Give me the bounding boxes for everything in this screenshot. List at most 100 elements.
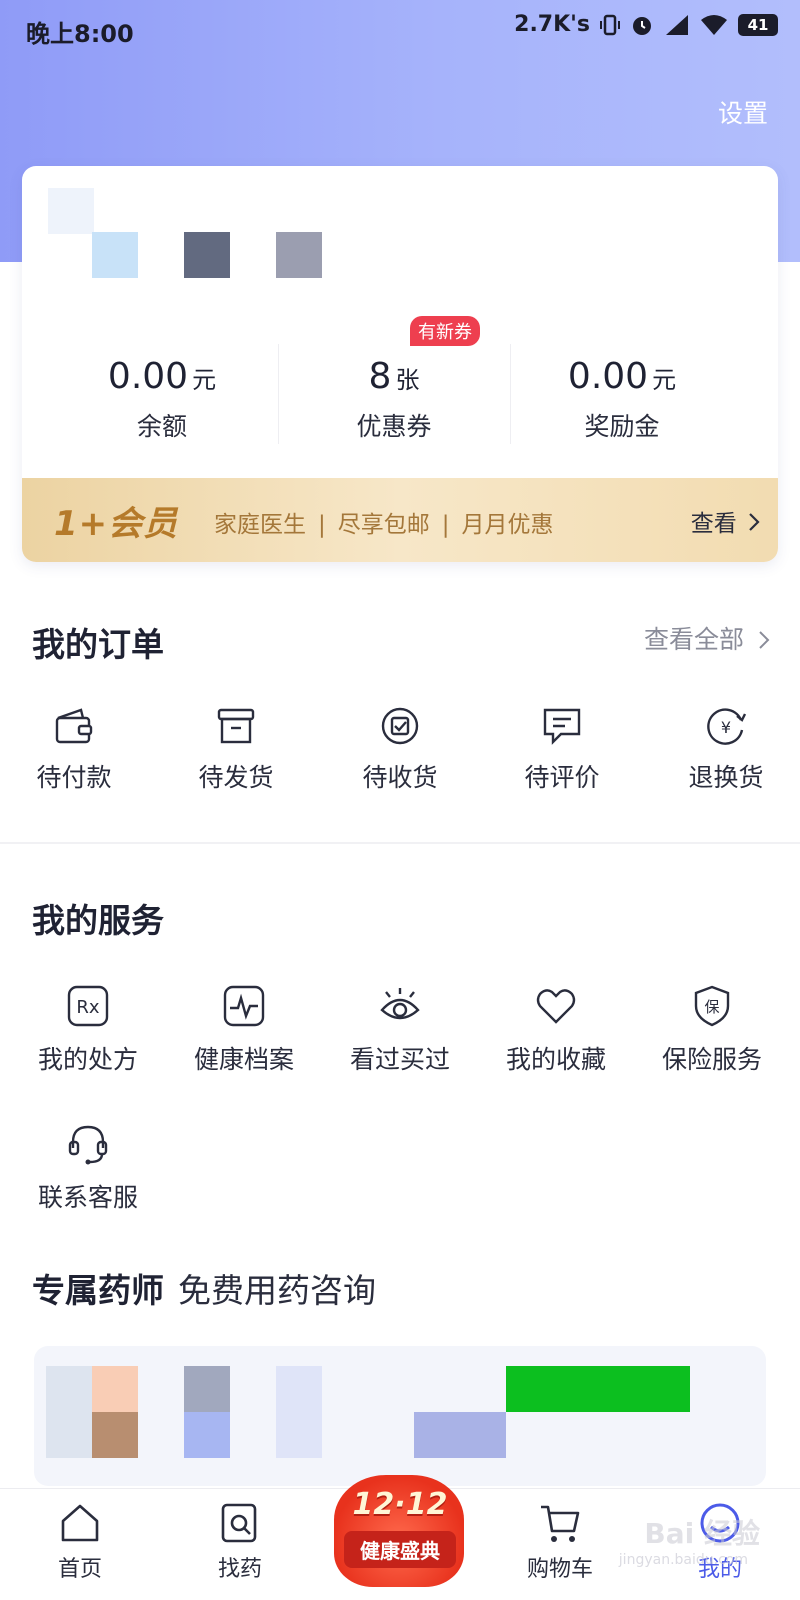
name-blur-3 <box>276 232 322 278</box>
pharmacist-info-blur-3 <box>276 1366 322 1458</box>
watermark: Bai 经验 <box>644 1517 760 1550</box>
status-icons: 2.7K's 41 <box>514 12 778 37</box>
order-pending-review[interactable]: 待评价 <box>492 706 632 794</box>
pharmacist-subtitle: 免费用药咨询 <box>178 1271 376 1310</box>
profile-card: 0.00 元 余额 8张 优惠券 有新券 0.00 元 奖励金 1+会员 家庭医生 |… <box>22 166 778 562</box>
service-label: 保险服务 <box>661 1045 762 1074</box>
tab-label: 找药 <box>217 1557 262 1582</box>
view-all-label: 查看全部 <box>644 625 745 654</box>
refund-icon: ¥ <box>656 706 796 746</box>
reward-unit: 元 <box>652 366 677 394</box>
pharmacist-header: 专属药师 免费用药咨询 <box>32 1264 376 1312</box>
cell-signal-icon <box>664 14 690 36</box>
membership-logo: 1+会员 <box>54 504 179 544</box>
balance-value: 0.00 <box>107 356 189 397</box>
settings-button[interactable]: 设置 <box>718 94 768 130</box>
heart-icon <box>486 984 626 1028</box>
battery-icon: 41 <box>738 13 778 36</box>
new-coupon-badge: 有新券 <box>410 316 480 346</box>
membership-view-label: 查看 <box>690 511 737 537</box>
membership-benefits: 家庭医生 | 尽享包邮 | 月月优惠 <box>214 512 554 538</box>
pharmacist-title: 专属药师 <box>32 1271 164 1310</box>
wallet-icon <box>4 706 144 746</box>
shield-icon: 保 <box>642 984 782 1028</box>
order-returns[interactable]: ¥ 退换货 <box>656 706 796 794</box>
eye-icon <box>330 984 470 1028</box>
reward-label: 奖励金 <box>584 412 660 441</box>
service-label: 我的收藏 <box>505 1045 606 1074</box>
service-history[interactable]: 看过买过 <box>330 984 470 1076</box>
box-icon <box>166 706 306 746</box>
net-speed: 2.7K's <box>514 12 590 37</box>
service-insurance[interactable]: 保 保险服务 <box>642 984 782 1076</box>
order-label: 待收货 <box>362 763 438 792</box>
stat-coupons[interactable]: 8张 优惠券 <box>278 326 510 446</box>
stat-reward[interactable]: 0.00 元 奖励金 <box>506 326 738 446</box>
pharmacist-card[interactable] <box>34 1346 766 1486</box>
section-divider <box>0 842 800 844</box>
benefit-monthly: 月月优惠 <box>461 512 554 538</box>
service-customer-support[interactable]: 联系客服 <box>18 1122 158 1214</box>
tab-label: 购物车 <box>526 1557 593 1582</box>
delivery-icon <box>330 706 470 746</box>
my-page: 晚上8:00 2.7K's 41 设置 0.00 元 余额 8 张 优惠券 有新… <box>0 0 800 1600</box>
tab-label: 首页 <box>57 1557 102 1582</box>
service-prescription[interactable]: Rx 我的处方 <box>18 984 158 1076</box>
avatar-blur[interactable] <box>48 188 94 234</box>
order-label: 待评价 <box>524 763 600 792</box>
svg-text:保: 保 <box>704 998 719 1016</box>
reward-value: 0.00 <box>567 356 649 397</box>
pharmacist-info-blur-1 <box>184 1366 230 1412</box>
order-pending-receipt[interactable]: 待收货 <box>330 706 470 794</box>
order-pending-payment[interactable]: 待付款 <box>4 706 144 794</box>
promo-name: 健康盛典 <box>344 1531 456 1568</box>
service-health-record[interactable]: 健康档案 <box>174 984 314 1076</box>
rx-icon: Rx <box>18 984 158 1028</box>
pharmacist-info-blur-2 <box>184 1412 230 1458</box>
orders-title: 我的订单 <box>32 625 164 664</box>
tab-cart[interactable]: 购物车 <box>500 1501 620 1583</box>
pharmacist-photo-blur-1 <box>92 1366 138 1412</box>
balance-unit: 元 <box>192 366 217 394</box>
name-blur-1 <box>92 232 138 278</box>
status-time: 晚上8:00 <box>26 20 134 48</box>
tab-home[interactable]: 首页 <box>20 1501 140 1583</box>
cart-icon <box>500 1501 620 1545</box>
comment-icon <box>492 706 632 746</box>
promo-1212-button[interactable]: 12·12 健康盛典 <box>324 1475 476 1595</box>
pharmacist-info-blur-4 <box>414 1412 506 1458</box>
headset-icon <box>18 1122 158 1166</box>
home-icon <box>20 1501 140 1545</box>
svg-text:¥: ¥ <box>721 718 731 737</box>
service-favorites[interactable]: 我的收藏 <box>486 984 626 1076</box>
service-label: 联系客服 <box>37 1183 138 1212</box>
balance-label: 余额 <box>136 412 187 441</box>
service-label: 我的处方 <box>37 1045 138 1074</box>
name-blur-2 <box>184 232 230 278</box>
pharmacist-photo-blur-2 <box>92 1412 138 1458</box>
coupons-label: 优惠券 <box>356 412 432 441</box>
stats-row: 0.00 元 余额 8张 优惠券 有新券 0.00 元 奖励金 <box>22 316 778 446</box>
wifi-icon <box>700 14 728 36</box>
promo-date: 12·12 <box>352 1487 448 1522</box>
alarm-icon <box>630 13 654 37</box>
view-all-orders-button[interactable]: 查看全部 <box>644 620 770 656</box>
consult-button-blur[interactable] <box>506 1366 690 1412</box>
order-pending-shipment[interactable]: 待发货 <box>166 706 306 794</box>
order-label: 待付款 <box>36 763 112 792</box>
service-label: 健康档案 <box>193 1045 294 1074</box>
membership-banner[interactable]: 1+会员 家庭医生 | 尽享包邮 | 月月优惠 查看 <box>22 478 778 562</box>
health-record-icon <box>174 984 314 1028</box>
chevron-right-icon <box>748 512 760 538</box>
benefit-doctor: 家庭医生 <box>214 512 306 538</box>
coupons-value: 8 <box>368 356 392 397</box>
order-label: 待发货 <box>198 763 274 792</box>
membership-view-button[interactable]: 查看 <box>691 504 760 538</box>
vibrate-icon <box>600 14 620 36</box>
chevron-right-icon <box>758 627 770 656</box>
benefit-shipping: 尽享包邮 <box>337 512 430 538</box>
pharmacist-avatar-blur <box>46 1366 92 1458</box>
stat-balance[interactable]: 0.00 元 余额 <box>46 326 278 446</box>
watermark-url: jingyan.baidu.com <box>618 1552 748 1568</box>
tab-find-medicine[interactable]: 找药 <box>180 1501 300 1583</box>
